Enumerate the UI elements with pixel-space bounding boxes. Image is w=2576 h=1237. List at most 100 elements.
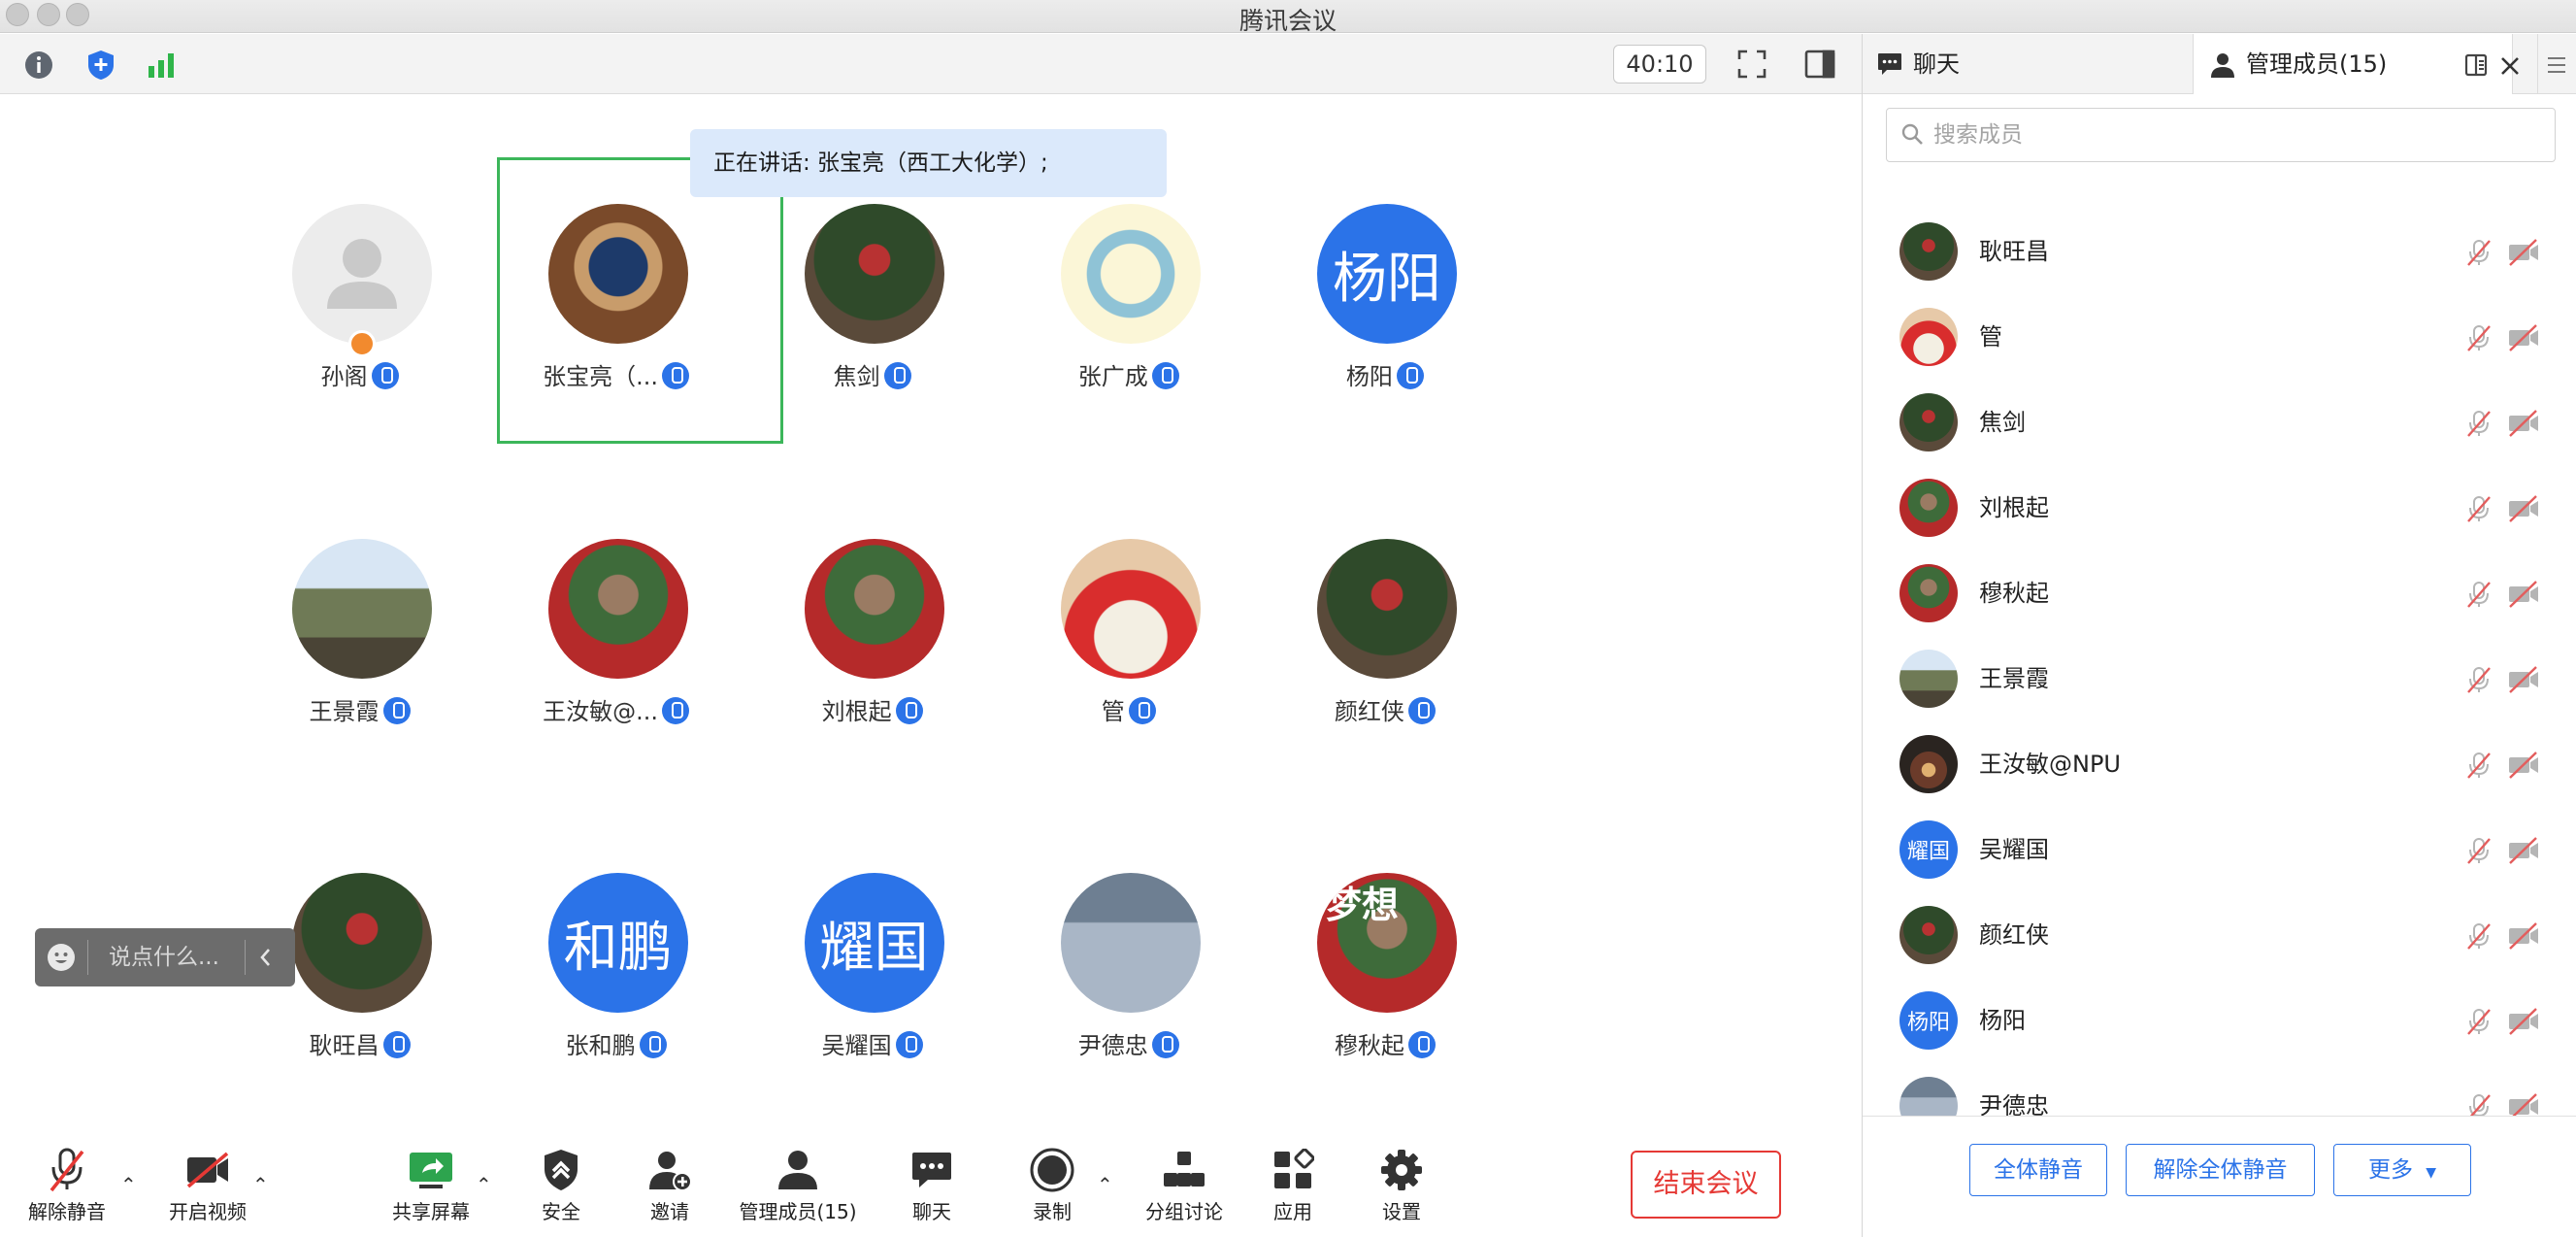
apps-label: 应用 xyxy=(1273,1200,1312,1223)
member-name: 穆秋起 xyxy=(1979,580,2049,607)
member-name: 颜红侠 xyxy=(1979,921,2049,949)
member-avatar xyxy=(1899,735,1958,793)
participant-name: 刘根起 xyxy=(821,698,892,725)
participant-tile[interactable]: 张广成 xyxy=(1003,204,1255,418)
tab-chat-label: 聊天 xyxy=(1913,50,1960,78)
comment-box[interactable]: 说点什么... xyxy=(35,928,295,986)
info-icon[interactable] xyxy=(21,48,56,83)
audio-options-caret[interactable]: ⌃ xyxy=(120,1173,137,1196)
mic-status-icon xyxy=(1128,697,1156,724)
mute-all-button[interactable]: 全体静音 xyxy=(1969,1144,2107,1196)
member-row[interactable]: 颜红侠 xyxy=(1863,892,2576,978)
mic-muted-icon[interactable] xyxy=(2464,494,2493,523)
member-row[interactable]: 焦剑 xyxy=(1863,380,2576,465)
camera-muted-icon[interactable] xyxy=(2507,751,2540,780)
unmute-button[interactable]: 解除静音 xyxy=(21,1146,113,1224)
emoji-icon[interactable] xyxy=(47,943,76,972)
unmute-all-button[interactable]: 解除全体静音 xyxy=(2126,1144,2315,1196)
participant-tile[interactable]: 刘根起 xyxy=(746,539,999,752)
participant-tile[interactable]: 尹德忠 xyxy=(1003,873,1255,1087)
member-name: 刘根起 xyxy=(1979,494,2049,521)
member-row[interactable]: 刘根起 xyxy=(1863,465,2576,551)
apps-button[interactable]: 应用 xyxy=(1264,1146,1322,1224)
member-search-input[interactable]: 搜索成员 xyxy=(1886,108,2556,162)
share-screen-button[interactable]: 共享屏幕 xyxy=(384,1146,478,1224)
more-button[interactable]: 更多 ▼ xyxy=(2333,1144,2471,1196)
shield-icon xyxy=(532,1146,590,1194)
collapse-left-icon[interactable] xyxy=(258,946,274,969)
mic-muted-icon[interactable] xyxy=(2464,238,2493,267)
participant-tile[interactable]: 耀国 吴耀国 xyxy=(746,873,999,1087)
breakout-rooms-button[interactable]: 分组讨论 xyxy=(1143,1146,1225,1224)
participant-tile[interactable]: 杨阳 杨阳 xyxy=(1259,204,1511,418)
close-panel-icon[interactable] xyxy=(2499,55,2521,77)
participant-tile[interactable]: 梦想 穆秋起 xyxy=(1259,873,1511,1087)
member-row[interactable]: 穆秋起 xyxy=(1863,551,2576,636)
comment-input[interactable]: 说点什么... xyxy=(109,928,219,986)
participant-tile[interactable]: 张宝亮（... xyxy=(490,204,743,418)
mic-muted-icon[interactable] xyxy=(2464,409,2493,438)
manage-members-button[interactable]: 管理成员(15) xyxy=(736,1146,860,1224)
tab-chat[interactable]: 聊天 xyxy=(1863,34,2193,94)
mic-muted-icon[interactable] xyxy=(2464,921,2493,951)
end-meeting-button[interactable]: 结束会议 xyxy=(1631,1151,1781,1219)
participant-avatar xyxy=(291,204,432,344)
popout-icon[interactable] xyxy=(2464,53,2490,77)
settings-label: 设置 xyxy=(1382,1200,1421,1223)
chat-button[interactable]: 聊天 xyxy=(903,1146,961,1224)
camera-muted-icon[interactable] xyxy=(2507,238,2540,267)
camera-muted-icon[interactable] xyxy=(2507,1007,2540,1036)
camera-muted-icon[interactable] xyxy=(2507,494,2540,523)
mic-muted-icon[interactable] xyxy=(2464,1007,2493,1036)
speaking-indicator: 正在讲话: 张宝亮（西工大化学）; xyxy=(690,129,1167,197)
participant-name-row: 孙阁 xyxy=(234,357,486,391)
mic-muted-icon[interactable] xyxy=(2464,751,2493,780)
participant-tile[interactable]: 颜红侠 xyxy=(1259,539,1511,752)
member-row[interactable]: 杨阳 杨阳 xyxy=(1863,978,2576,1063)
invite-button[interactable]: 邀请 xyxy=(641,1146,699,1224)
member-avatar xyxy=(1899,564,1958,622)
camera-muted-icon[interactable] xyxy=(2507,665,2540,694)
fullscreen-icon[interactable] xyxy=(1733,45,1771,84)
panel-menu-icon[interactable] xyxy=(2546,55,2567,75)
participant-tile[interactable]: 和鹏 张和鹏 xyxy=(490,873,743,1087)
member-row[interactable]: 耀国 吴耀国 xyxy=(1863,807,2576,892)
network-signal-icon[interactable] xyxy=(144,48,179,83)
camera-muted-icon[interactable] xyxy=(2507,836,2540,865)
share-options-caret[interactable]: ⌃ xyxy=(476,1173,492,1196)
participant-tile[interactable]: 王景霞 xyxy=(234,539,486,752)
invite-label: 邀请 xyxy=(650,1200,689,1223)
participant-tile[interactable]: 王汝敏@... xyxy=(490,539,743,752)
member-avatar: 耀国 xyxy=(1899,820,1958,879)
mic-muted-icon[interactable] xyxy=(2464,323,2493,352)
camera-muted-icon[interactable] xyxy=(2507,409,2540,438)
search-placeholder: 搜索成员 xyxy=(1933,122,2023,148)
security-shield-icon[interactable] xyxy=(83,48,118,83)
toggle-sidebar-icon[interactable] xyxy=(1800,45,1839,84)
camera-muted-icon[interactable] xyxy=(2507,580,2540,609)
record-button[interactable]: 录制 xyxy=(1023,1146,1081,1224)
security-label: 安全 xyxy=(542,1200,580,1223)
record-options-caret[interactable]: ⌃ xyxy=(1097,1173,1113,1196)
member-row[interactable]: 王汝敏@NPU xyxy=(1863,721,2576,807)
meeting-timer: 40:10 xyxy=(1613,45,1706,84)
security-button[interactable]: 安全 xyxy=(532,1146,590,1224)
participant-avatar: 杨阳 xyxy=(1316,204,1457,344)
mic-muted-icon[interactable] xyxy=(2464,836,2493,865)
camera-muted-icon[interactable] xyxy=(2507,323,2540,352)
mic-muted-icon[interactable] xyxy=(2464,580,2493,609)
member-name: 王汝敏@NPU xyxy=(1979,751,2121,778)
participant-tile[interactable]: 焦剑 xyxy=(746,204,999,418)
member-row[interactable]: 管 xyxy=(1863,294,2576,380)
participant-tile[interactable]: 孙阁 xyxy=(234,204,486,418)
start-video-button[interactable]: 开启视频 xyxy=(161,1146,254,1224)
video-options-caret[interactable]: ⌃ xyxy=(252,1173,269,1196)
share-screen-label: 共享屏幕 xyxy=(392,1200,470,1223)
participant-tile[interactable]: 管 xyxy=(1003,539,1255,752)
mic-muted-icon[interactable] xyxy=(2464,665,2493,694)
settings-button[interactable]: 设置 xyxy=(1372,1146,1431,1224)
member-row[interactable]: 王景霞 xyxy=(1863,636,2576,721)
camera-muted-icon[interactable] xyxy=(2507,921,2540,951)
host-badge-icon xyxy=(347,330,376,357)
member-row[interactable]: 耿旺昌 xyxy=(1863,209,2576,294)
